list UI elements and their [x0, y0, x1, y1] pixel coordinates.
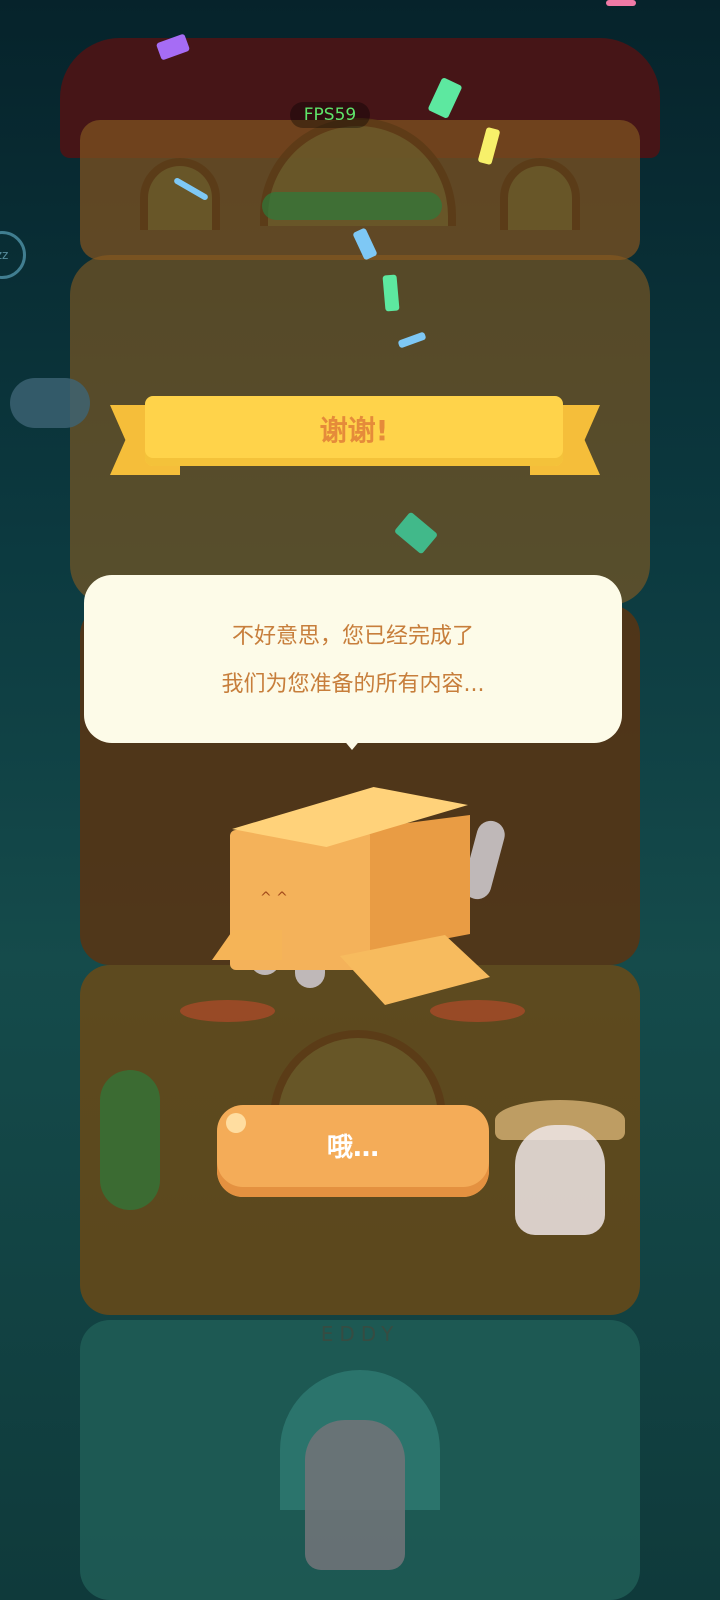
cloud-decoration [10, 378, 90, 428]
dialog-line-1: 不好意思，您已经完成了 [231, 624, 474, 649]
window-planter [262, 192, 442, 220]
button-highlight [226, 1113, 246, 1133]
dialog-line-2: 我们为您准备的所有内容... [221, 672, 485, 697]
cat-with-monocle[interactable] [305, 1420, 405, 1570]
bamboo-plant [100, 1070, 160, 1210]
ok-button[interactable]: 哦… [217, 1105, 489, 1197]
attic-window-left [140, 158, 220, 230]
speech-bubble-tail [342, 738, 362, 750]
sleep-icon[interactable]: zz [0, 231, 26, 279]
box-side [360, 815, 470, 955]
fps-counter: FPS59 [290, 102, 370, 128]
ceiling-lamp-left [180, 1000, 275, 1022]
cat-sitting[interactable] [515, 1125, 605, 1235]
box-face: ^ ^ [260, 890, 288, 906]
attic-window-right [500, 158, 580, 230]
room-sign: EDDY [320, 1322, 400, 1346]
speech-bubble [84, 575, 622, 743]
confetti-piece [606, 0, 636, 6]
confetti-piece [382, 274, 400, 312]
ceiling-lamp-right [430, 1000, 525, 1022]
ribbon-title: 谢谢! [319, 414, 389, 447]
